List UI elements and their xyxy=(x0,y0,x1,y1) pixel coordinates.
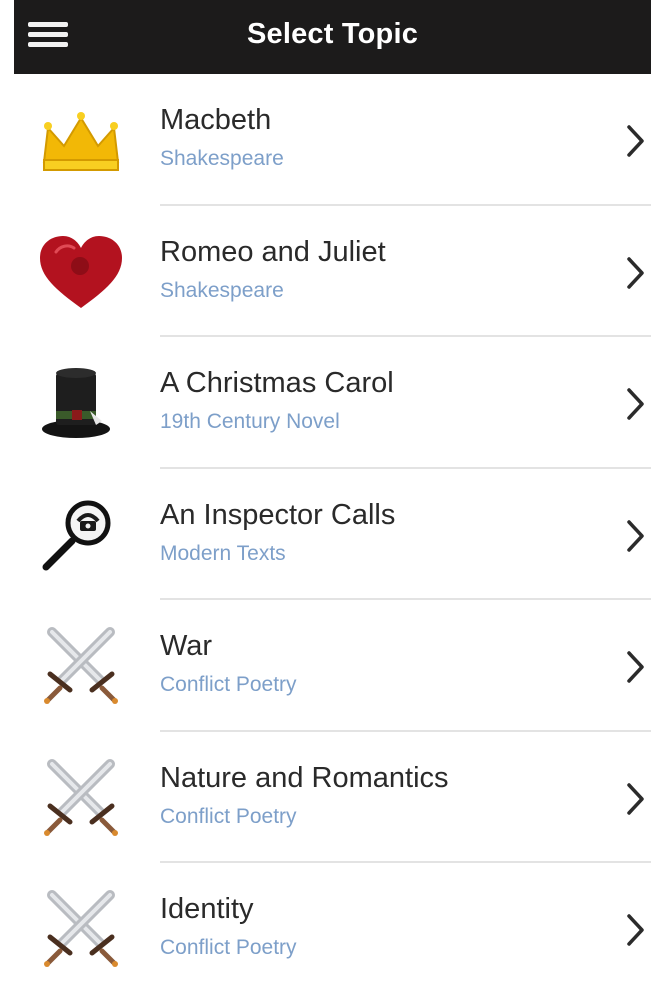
topic-row-nature-and-romantics[interactable]: Nature and Romantics Conflict Poetry xyxy=(0,732,651,864)
topic-title: Identity xyxy=(160,893,254,925)
page-title: Select Topic xyxy=(246,18,419,50)
chevron-right-icon xyxy=(625,256,647,290)
topic-title: An Inspector Calls xyxy=(160,498,396,531)
magnifying-glass-icon xyxy=(36,495,126,575)
crown-icon xyxy=(36,100,126,180)
crossed-swords-icon xyxy=(36,758,126,838)
top-bar: Select Topic xyxy=(14,0,651,74)
chevron-right-icon xyxy=(625,124,647,158)
chevron-right-icon xyxy=(625,913,647,947)
topic-row-a-christmas-carol[interactable]: A Christmas Carol 19th Century Novel xyxy=(0,337,651,469)
topic-row-macbeth[interactable]: Macbeth Shakespeare xyxy=(0,74,651,206)
chevron-right-icon xyxy=(625,387,647,421)
topic-category: Conflict Poetry xyxy=(160,936,297,959)
chevron-right-icon xyxy=(625,519,647,553)
chevron-right-icon xyxy=(625,782,647,816)
topic-title: Nature and Romantics xyxy=(160,761,449,794)
topic-row-an-inspector-calls[interactable]: An Inspector Calls Modern Texts xyxy=(0,469,651,601)
topic-category: Shakespeare xyxy=(160,147,284,170)
topic-list: Macbeth Shakespeare Romeo and Juliet Sha… xyxy=(0,74,651,995)
topic-title: Macbeth xyxy=(160,104,272,136)
topic-category: 19th Century Novel xyxy=(160,410,340,433)
top-hat-icon xyxy=(36,363,126,443)
topic-row-war[interactable]: War Conflict Poetry xyxy=(0,600,651,732)
topic-category: Conflict Poetry xyxy=(160,673,297,696)
topic-title: A Christmas Carol xyxy=(160,367,394,399)
topic-title: War xyxy=(160,630,213,662)
topic-row-romeo-and-juliet[interactable]: Romeo and Juliet Shakespeare xyxy=(0,206,651,338)
crossed-swords-icon xyxy=(36,626,126,706)
topic-row-identity[interactable]: Identity Conflict Poetry xyxy=(0,863,651,995)
chevron-right-icon xyxy=(625,650,647,684)
topic-title: Romeo and Juliet xyxy=(160,235,386,268)
topic-category: Modern Texts xyxy=(160,541,286,565)
crossed-swords-icon xyxy=(36,889,126,969)
topic-category: Conflict Poetry xyxy=(160,804,297,828)
topic-category: Shakespeare xyxy=(160,278,284,302)
heart-icon xyxy=(36,232,126,312)
